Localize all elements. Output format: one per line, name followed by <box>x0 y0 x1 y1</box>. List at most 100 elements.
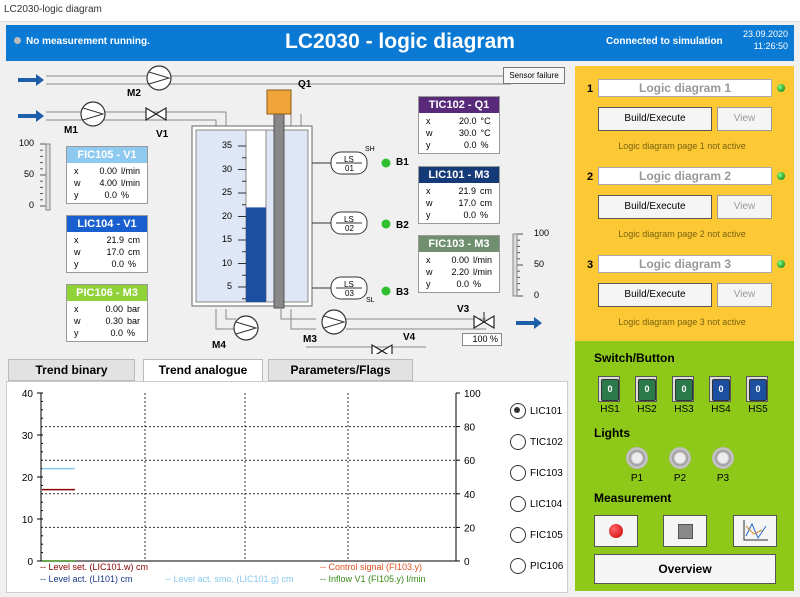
controller-pic106[interactable]: PIC106 - M3 x 0.00 bar w 0.30 bar y 0.0% <box>66 284 148 342</box>
tank-scale-label: 15 <box>221 234 232 244</box>
row-value: 2.20 <box>451 267 469 277</box>
scale-label: 50 <box>534 259 545 269</box>
trend-radio-lic104[interactable] <box>510 496 526 512</box>
valve-v3-value[interactable]: 100 % <box>462 333 502 346</box>
logic-diagram-name-field[interactable]: Logic diagram 2 <box>598 167 772 185</box>
sensor-failure-button[interactable]: Sensor failure <box>503 67 565 84</box>
row-value: 0.00 <box>105 304 123 314</box>
trend-radio-label: FIC103 <box>530 468 563 479</box>
chart-view-icon <box>743 520 768 541</box>
row-label: y <box>74 259 79 269</box>
trend-radio-fic103[interactable] <box>510 465 526 481</box>
ls1-number: 01 <box>345 164 354 173</box>
view-button[interactable]: View <box>717 195 772 219</box>
controller-tic102[interactable]: TIC102 - Q1 x 20.0 °C w 30.0 °C y 0.0% <box>418 96 500 154</box>
datetime: 23.09.2020 11:26:50 <box>743 28 788 52</box>
build-execute-button[interactable]: Build/Execute <box>598 107 712 131</box>
record-icon <box>609 524 623 538</box>
label-sl: SL <box>366 297 375 304</box>
trend-radio-lic101[interactable] <box>510 403 526 419</box>
controller-row: y 0.0% <box>72 327 142 339</box>
switch-hs4[interactable]: 0 <box>709 376 731 402</box>
row-label: x <box>74 235 79 245</box>
label-q1: Q1 <box>298 79 312 90</box>
inflow-arrow-icon <box>18 110 44 122</box>
overview-button[interactable]: Overview <box>594 554 776 584</box>
row-value: 20.0 <box>458 116 477 126</box>
label-m2: M2 <box>127 88 141 99</box>
logic-diagram-name-field[interactable]: Logic diagram 3 <box>598 255 772 273</box>
controller-row: y 0.0% <box>424 278 494 290</box>
controller-row: y 0.0% <box>424 209 494 221</box>
window-titlebar: LC2030-logic diagram <box>0 0 800 22</box>
tab-trend-binary[interactable]: Trend binary <box>8 359 135 381</box>
tank-scale-label: 5 <box>226 281 232 291</box>
row-value: 21.9 <box>458 186 476 196</box>
row-value: 0.0 <box>111 259 124 269</box>
switch-hs1[interactable]: 0 <box>598 376 620 402</box>
trend-radio-pic106[interactable] <box>510 558 526 574</box>
tank-scale-label: 20 <box>221 210 232 221</box>
row-unit: cm <box>128 247 140 257</box>
switch-hs3[interactable]: 0 <box>672 376 694 402</box>
view-button[interactable]: View <box>717 283 772 307</box>
build-execute-button[interactable]: Build/Execute <box>598 283 712 307</box>
row-unit: % <box>480 140 489 150</box>
left-tick-label: 20 <box>22 473 34 484</box>
label-b2: B2 <box>396 220 409 231</box>
controller-lic101[interactable]: LIC101 - M3 x 21.9 cm w 17.0 cm y 0.0% <box>418 166 500 224</box>
controller-title: LIC101 - M3 <box>419 167 499 183</box>
controller-fic105[interactable]: FIC105 - V1 x 0.00 l/min w 4.00 l/min y 0.0% <box>66 146 148 204</box>
chart-view-button[interactable] <box>733 515 777 547</box>
trend-radio-tic102[interactable] <box>510 434 526 450</box>
stop-icon <box>677 524 693 539</box>
row-value: 17.0 <box>106 247 124 257</box>
switch-hs2[interactable]: 0 <box>635 376 657 402</box>
time-text: 11:26:50 <box>753 41 788 51</box>
trend-radio-label: PIC106 <box>530 561 564 572</box>
trend-radio-label: LIC104 <box>530 499 563 510</box>
controller-lic104[interactable]: LIC104 - V1 x 21.9 cm w 17.0 cm y 0.0% <box>66 215 148 273</box>
header-bar: No measurement running. LC2030 - logic d… <box>6 25 794 61</box>
row-label: w <box>426 198 433 208</box>
row-label: x <box>74 304 79 314</box>
tank-level-bar <box>246 207 266 302</box>
row-unit: bar <box>126 316 140 326</box>
row-unit: l/min <box>472 255 492 265</box>
ls3-label: LS <box>344 280 354 289</box>
row-value: 0.00 <box>451 255 469 265</box>
stop-button[interactable] <box>663 515 707 547</box>
switch-label: HS3 <box>674 404 694 415</box>
row-value: 0.0 <box>456 279 469 289</box>
record-button[interactable] <box>594 515 638 547</box>
inflow-arrow-icon <box>18 74 44 86</box>
ls2-label: LS <box>344 215 354 224</box>
view-button[interactable]: View <box>717 107 772 131</box>
controller-row: x 21.9 cm <box>424 185 494 197</box>
controller-row: w 2.20 l/min <box>424 266 494 278</box>
logic-diagram-name-field[interactable]: Logic diagram 1 <box>598 79 772 97</box>
row-label: y <box>426 279 431 289</box>
legend-entry: -- Control signal (FI103.y) <box>320 562 423 572</box>
logic-diagram-number: 3 <box>587 259 594 271</box>
label-b1: B1 <box>396 157 409 168</box>
row-unit: cm <box>480 198 492 208</box>
row-unit: % <box>126 328 135 338</box>
logic-diagram-status-led-icon <box>777 260 785 268</box>
tab-trend-analogue[interactable]: Trend analogue <box>143 359 263 383</box>
lamp-label: P2 <box>673 473 687 484</box>
row-value: 0.0 <box>463 210 476 220</box>
trend-radio-fic105[interactable] <box>510 527 526 543</box>
switch-hs5[interactable]: 0 <box>746 376 768 402</box>
row-label: x <box>426 116 431 126</box>
left-tick-label: 0 <box>27 557 33 568</box>
ls2-number: 02 <box>345 224 354 233</box>
row-value: 30.0 <box>458 128 477 138</box>
build-execute-button[interactable]: Build/Execute <box>598 195 712 219</box>
controller-title: LIC104 - V1 <box>67 216 147 232</box>
row-unit: l/min <box>472 267 492 277</box>
controller-fic103[interactable]: FIC103 - M3 x 0.00 l/min w 2.20 l/min y 0.0% <box>418 235 500 293</box>
tab-parameters-flags[interactable]: Parameters/Flags <box>268 359 413 381</box>
controller-row: w 30.0 °C <box>424 127 493 139</box>
right-tick-label: 60 <box>464 456 476 467</box>
